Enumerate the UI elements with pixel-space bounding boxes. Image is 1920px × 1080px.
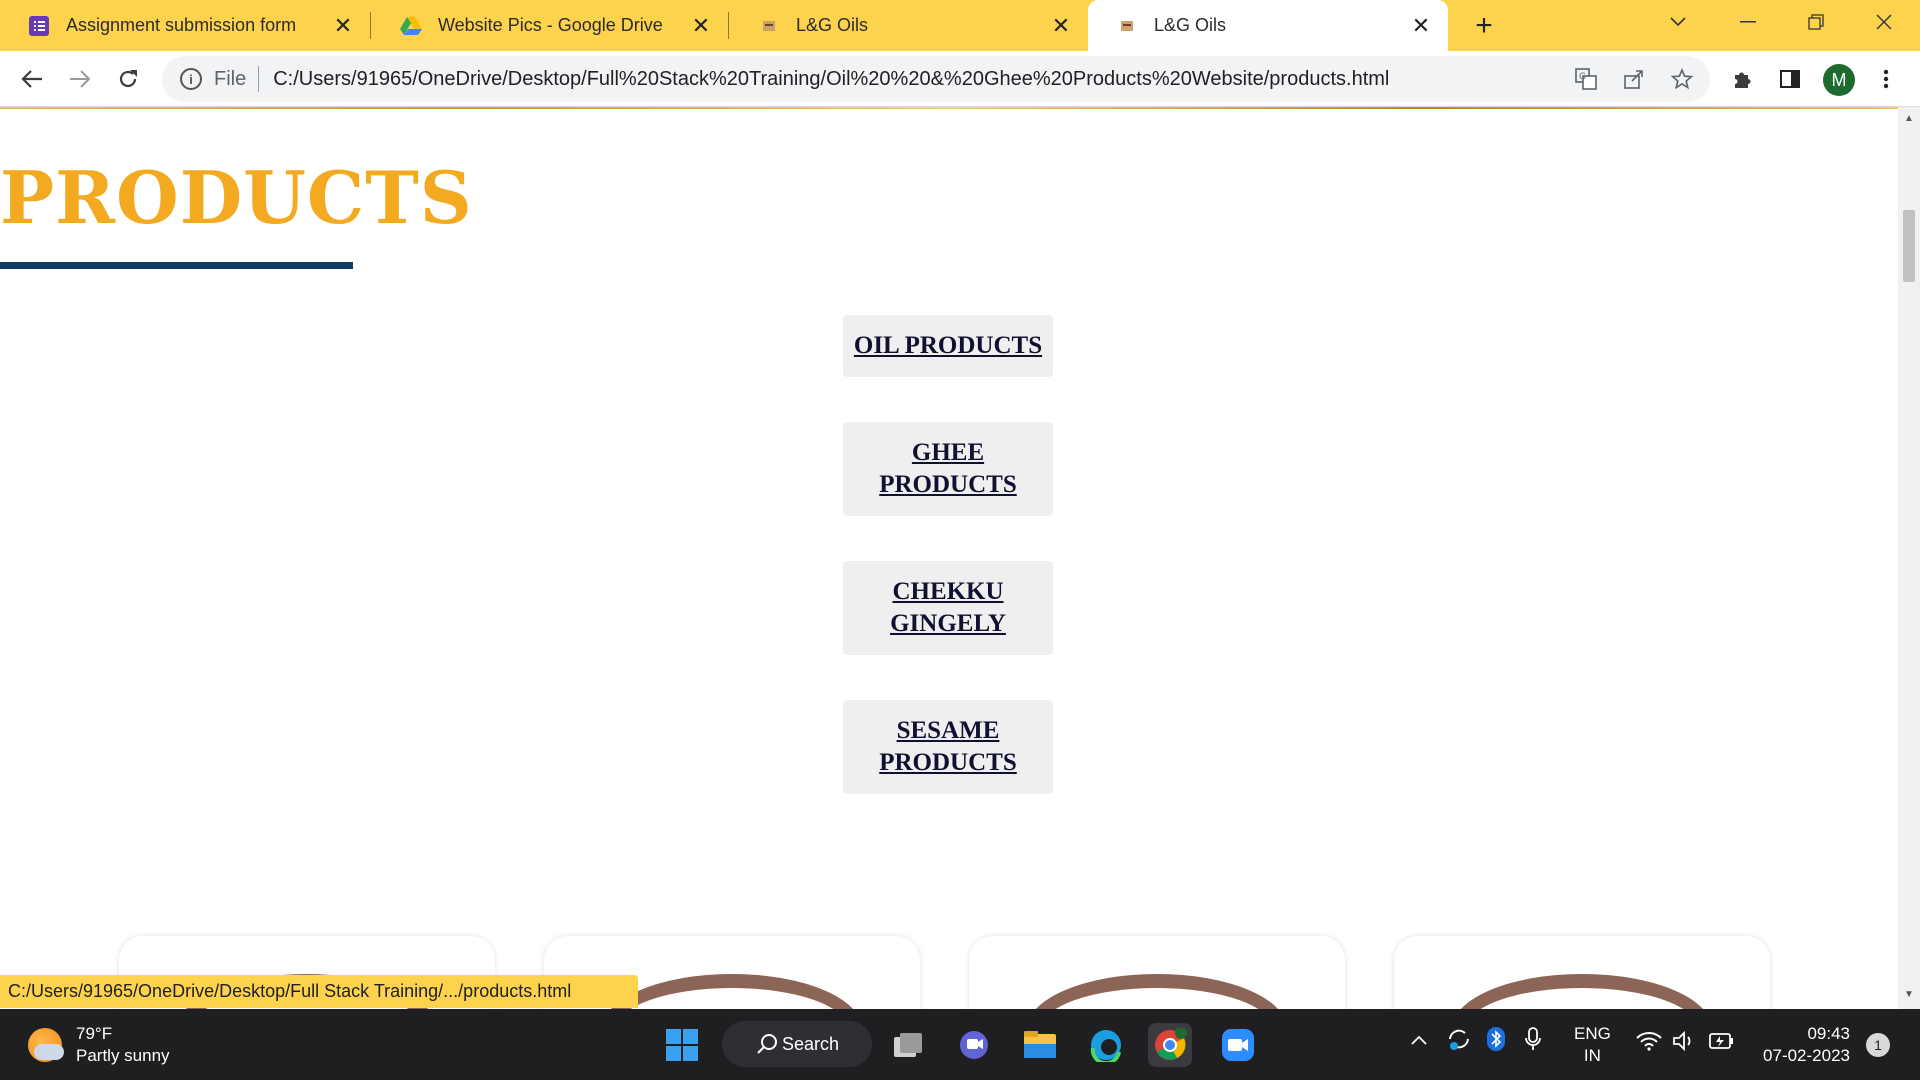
category-label: CHEKKU GINGELY bbox=[890, 578, 1006, 637]
category-label: GHEE PRODUCTS bbox=[879, 439, 1017, 498]
header-image-edge bbox=[0, 107, 1898, 109]
menu-kebab-icon[interactable] bbox=[1868, 61, 1904, 97]
sync-icon[interactable] bbox=[1446, 1026, 1472, 1058]
lang-line2: IN bbox=[1583, 1046, 1601, 1065]
clock-time: 09:43 bbox=[1807, 1024, 1850, 1043]
ghee-products-button[interactable]: GHEE PRODUCTS bbox=[843, 422, 1053, 516]
scheme-label: File bbox=[214, 67, 247, 90]
tab-assignment-form[interactable]: Assignment submission form ✕ bbox=[0, 0, 370, 51]
product-card[interactable] bbox=[1394, 936, 1770, 1009]
lang-line1: ENG bbox=[1574, 1024, 1611, 1043]
link-status-bubble: C:/Users/91965/OneDrive/Desktop/Full Sta… bbox=[0, 975, 638, 1008]
partly-sunny-icon bbox=[28, 1028, 64, 1062]
show-hidden-icons-chevron-icon[interactable] bbox=[1410, 1029, 1428, 1052]
category-label: SESAME PRODUCTS bbox=[879, 717, 1017, 776]
scroll-thumb[interactable] bbox=[1903, 210, 1915, 282]
title-underline bbox=[0, 262, 353, 269]
svg-text:G: G bbox=[1579, 72, 1586, 82]
page-scrollbar[interactable]: ▲ ▼ bbox=[1898, 107, 1920, 1009]
search-label: Search bbox=[782, 1033, 840, 1054]
weather-desc: Partly sunny bbox=[76, 1046, 170, 1065]
close-icon[interactable]: ✕ bbox=[330, 13, 356, 39]
tab-title: L&G Oils bbox=[1154, 15, 1227, 35]
tab-title: Assignment submission form bbox=[66, 15, 297, 35]
chekku-gingely-button[interactable]: CHEKKU GINGELY bbox=[843, 561, 1053, 655]
restore-button[interactable] bbox=[1786, 0, 1846, 44]
chrome-browser-icon[interactable] bbox=[1148, 1023, 1192, 1067]
google-drive-icon bbox=[400, 15, 422, 37]
category-label: OIL PRODUCTS bbox=[853, 332, 1043, 359]
zoom-app-icon[interactable] bbox=[1216, 1023, 1260, 1067]
close-window-button[interactable] bbox=[1854, 0, 1914, 44]
search-icon bbox=[756, 1033, 778, 1060]
translate-icon[interactable]: G bbox=[1568, 61, 1604, 97]
weather-text: 79°F Partly sunny bbox=[76, 1023, 170, 1067]
system-clock[interactable]: 09:43 07-02-2023 bbox=[1754, 1023, 1850, 1067]
taskbar-search[interactable]: Search bbox=[722, 1021, 872, 1067]
windows-taskbar: 79°F Partly sunny Search ENG IN 09:43 07… bbox=[0, 1009, 1920, 1080]
extensions-icon[interactable] bbox=[1724, 61, 1760, 97]
side-panel-icon[interactable] bbox=[1772, 61, 1808, 97]
reload-button[interactable] bbox=[110, 61, 146, 97]
teams-chat-icon[interactable] bbox=[952, 1023, 996, 1067]
site-favicon-icon bbox=[1116, 15, 1138, 37]
new-tab-button[interactable]: + bbox=[1466, 8, 1502, 44]
edge-browser-icon[interactable] bbox=[1084, 1023, 1128, 1067]
tab-divider bbox=[728, 12, 729, 39]
volume-icon[interactable] bbox=[1672, 1030, 1696, 1057]
minimize-button[interactable] bbox=[1718, 0, 1778, 44]
product-image bbox=[1027, 974, 1287, 1009]
profile-avatar[interactable]: M bbox=[1823, 64, 1855, 96]
close-icon[interactable]: ✕ bbox=[1408, 13, 1434, 39]
forward-button[interactable] bbox=[62, 61, 98, 97]
close-icon[interactable]: ✕ bbox=[688, 13, 714, 39]
google-forms-icon bbox=[28, 15, 50, 37]
info-icon[interactable]: i bbox=[180, 68, 202, 90]
clock-date: 07-02-2023 bbox=[1763, 1046, 1850, 1065]
url-text[interactable]: C:/Users/91965/OneDrive/Desktop/Full%20S… bbox=[273, 68, 1389, 91]
tab-search-chevron-icon[interactable] bbox=[1648, 0, 1708, 44]
weather-temp: 79°F bbox=[76, 1024, 113, 1043]
file-explorer-icon[interactable] bbox=[1018, 1023, 1062, 1067]
task-view-icon[interactable] bbox=[886, 1023, 930, 1067]
share-icon[interactable] bbox=[1616, 61, 1652, 97]
bluetooth-icon[interactable] bbox=[1486, 1026, 1506, 1058]
product-card[interactable] bbox=[969, 936, 1345, 1009]
tab-divider bbox=[370, 12, 371, 39]
notification-badge[interactable]: 1 bbox=[1866, 1033, 1890, 1057]
weather-widget[interactable]: 79°F Partly sunny bbox=[28, 1023, 170, 1067]
page-title: PRODUCTS bbox=[0, 155, 473, 240]
battery-icon[interactable] bbox=[1708, 1031, 1736, 1057]
close-icon[interactable]: ✕ bbox=[1048, 13, 1074, 39]
product-image bbox=[602, 974, 862, 1009]
browser-toolbar: i File C:/Users/91965/OneDrive/Desktop/F… bbox=[0, 51, 1920, 107]
page-viewport: PRODUCTS OIL PRODUCTS GHEE PRODUCTS CHEK… bbox=[0, 107, 1898, 1009]
tab-google-drive[interactable]: Website Pics - Google Drive ✕ bbox=[372, 0, 728, 51]
tab-strip: Assignment submission form ✕ Website Pic… bbox=[0, 0, 1920, 51]
language-indicator[interactable]: ENG IN bbox=[1574, 1023, 1611, 1067]
sesame-products-button[interactable]: SESAME PRODUCTS bbox=[843, 700, 1053, 794]
windows-start-icon[interactable] bbox=[660, 1023, 704, 1067]
address-bar[interactable]: i File C:/Users/91965/OneDrive/Desktop/F… bbox=[162, 56, 1710, 102]
scroll-up-arrow-icon[interactable]: ▲ bbox=[1902, 113, 1916, 127]
product-image bbox=[1452, 974, 1712, 1009]
tab-lg-oils[interactable]: L&G Oils ✕ bbox=[730, 0, 1088, 51]
wifi-icon[interactable] bbox=[1636, 1031, 1662, 1057]
omnibox-divider bbox=[258, 66, 260, 92]
bookmark-star-icon[interactable] bbox=[1664, 61, 1700, 97]
microphone-icon[interactable] bbox=[1524, 1026, 1542, 1058]
site-favicon-icon bbox=[758, 15, 780, 37]
scroll-down-arrow-icon[interactable]: ▼ bbox=[1902, 989, 1916, 1003]
oil-products-button[interactable]: OIL PRODUCTS bbox=[843, 315, 1053, 377]
tab-title: L&G Oils bbox=[796, 15, 869, 35]
tab-title: Website Pics - Google Drive bbox=[438, 15, 663, 35]
tab-lg-oils-active[interactable]: L&G Oils ✕ bbox=[1088, 0, 1448, 51]
back-button[interactable] bbox=[14, 61, 50, 97]
